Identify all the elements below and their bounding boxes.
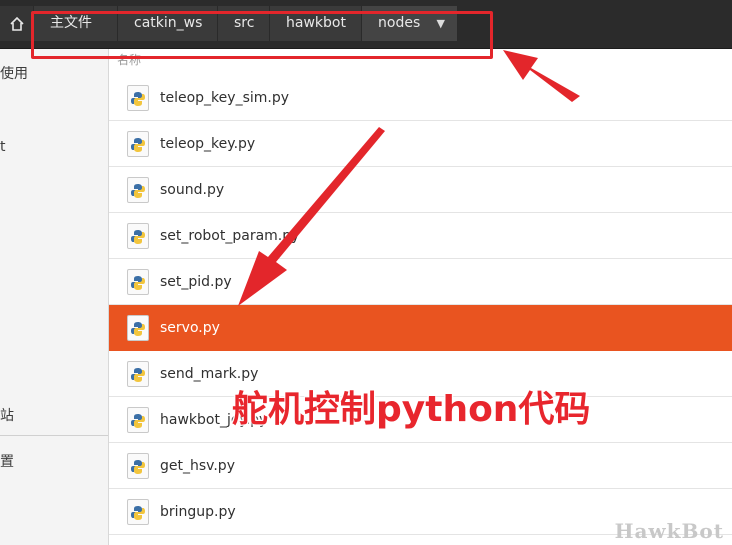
python-file-icon [127,315,149,341]
file-list: 名称 teleop_key_sim.py teleop_key.py sound.p… [109,49,732,545]
python-file-icon [127,499,149,525]
watermark: HawkBot [614,519,724,543]
file-row[interactable]: get_hsv.py [109,443,732,489]
python-file-icon [127,131,149,157]
sidebar: 使用 t 站 置 [0,49,109,545]
sidebar-item-label[interactable]: t [0,139,6,155]
python-file-icon [127,223,149,249]
file-name: teleop_key.py [160,136,256,152]
file-row[interactable]: teleop_key_sim.py [109,75,732,121]
file-name: bringup.py [160,504,236,520]
annotation-text: 舵机控制python代码 [232,389,591,430]
breadcrumb-home[interactable] [0,6,34,41]
python-file-icon [127,453,149,479]
file-row[interactable]: sound.py [109,167,732,213]
file-row[interactable]: teleop_key.py [109,121,732,167]
python-file-icon [127,361,149,387]
file-name: set_pid.py [160,274,232,290]
file-name: servo.py [160,320,220,336]
annotation-highlight-box [31,11,493,59]
file-name: teleop_key_sim.py [160,90,290,106]
file-row[interactable]: set_robot_param.py [109,213,732,259]
sidebar-divider [0,435,108,436]
sidebar-item-label[interactable]: 站 [0,405,14,425]
sidebar-item-label[interactable]: 置 [0,451,14,471]
sidebar-item-label[interactable]: 使用 [0,63,28,83]
home-icon [9,16,24,31]
python-file-icon [127,269,149,295]
python-file-icon [127,177,149,203]
file-name: sound.py [160,182,225,198]
file-name: get_hsv.py [160,458,235,474]
file-row[interactable]: set_pid.py [109,259,732,305]
python-file-icon [127,407,149,433]
file-row[interactable]: servo.py [109,305,732,351]
python-file-icon [127,85,149,111]
file-name: set_robot_param.py [160,228,300,244]
